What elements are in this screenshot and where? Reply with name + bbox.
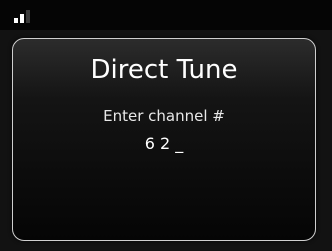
- signal-bar-1: [14, 18, 18, 23]
- direct-tune-dialog: Direct Tune Enter channel # 6 2 _: [12, 38, 316, 241]
- signal-bar-3: [26, 10, 30, 23]
- status-bar: [0, 0, 332, 30]
- direct-tune-screen: Direct Tune Enter channel # 6 2 _: [0, 0, 332, 251]
- channel-prompt: Enter channel #: [103, 107, 225, 125]
- dialog-title: Direct Tune: [90, 55, 238, 85]
- channel-entry-field[interactable]: 6 2 _: [13, 134, 315, 154]
- signal-bar-2: [20, 14, 24, 23]
- signal-strength-icon: [14, 9, 34, 23]
